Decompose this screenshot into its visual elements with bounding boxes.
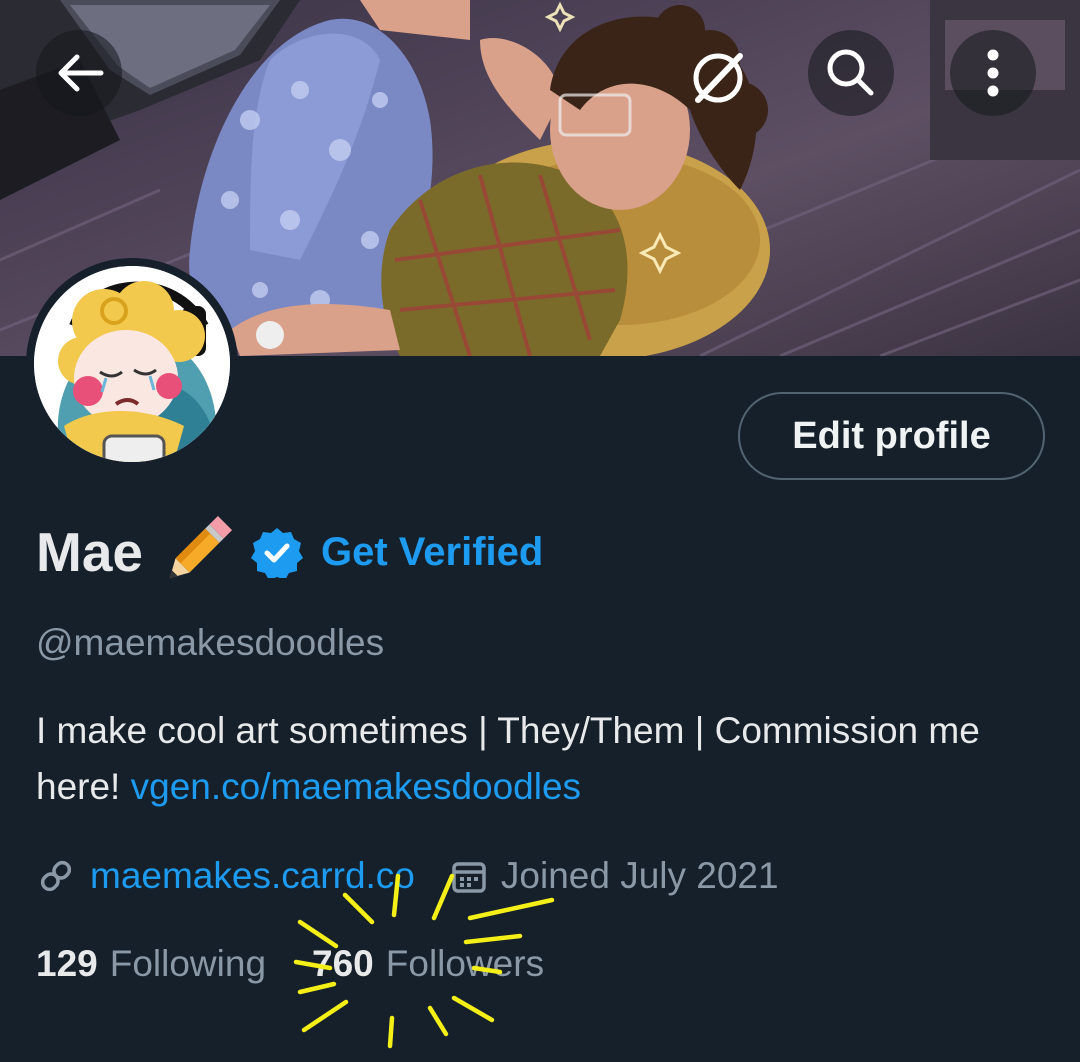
profile-meta-row: maemakes.carrd.co Joined July 2021 — [36, 848, 779, 904]
following-stat[interactable]: 129 Following — [36, 943, 266, 985]
arrow-left-icon — [58, 54, 104, 92]
profile-handle: @maemakesdoodles — [36, 622, 385, 663]
get-verified-link[interactable]: Get Verified — [321, 530, 543, 575]
display-name: Mae — [36, 521, 143, 583]
website-link[interactable]: maemakes.carrd.co — [90, 855, 415, 897]
vertical-dots-icon — [987, 49, 999, 97]
joined-date: Joined July 2021 — [500, 855, 779, 896]
back-button[interactable] — [36, 30, 122, 116]
followers-count: 760 — [312, 943, 374, 984]
search-icon — [827, 49, 874, 96]
search-button[interactable] — [808, 30, 894, 116]
avatar-illustration — [34, 266, 230, 462]
profile-avatar[interactable] — [26, 258, 238, 470]
slashed-circle-button[interactable] — [680, 40, 756, 116]
followers-label: Followers — [385, 943, 545, 984]
profile-name-row: Mae Get Verified — [36, 514, 543, 590]
following-count: 129 — [36, 943, 98, 984]
pencil-icon — [169, 515, 233, 579]
calendar-icon — [452, 862, 486, 893]
edit-profile-button[interactable]: Edit profile — [738, 392, 1045, 480]
following-label: Following — [109, 943, 267, 984]
more-options-button[interactable] — [950, 30, 1036, 116]
link-icon — [40, 860, 72, 892]
profile-bio: I make cool art sometimes | They/Them | … — [36, 703, 1046, 815]
bio-link[interactable]: vgen.co/maemakesdoodles — [131, 766, 581, 807]
follow-stats: 129 Following 760 Followers — [36, 936, 544, 992]
slashed-circle-icon — [693, 53, 743, 103]
followers-stat[interactable]: 760 Followers — [312, 943, 544, 985]
verified-badge-icon — [251, 528, 303, 578]
